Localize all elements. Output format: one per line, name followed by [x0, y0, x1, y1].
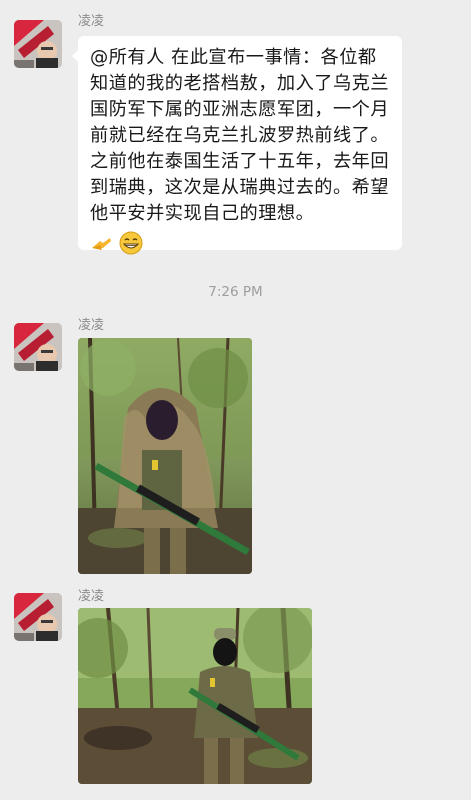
- avatar[interactable]: [14, 20, 62, 68]
- photo-soldier-ghillie[interactable]: [78, 338, 252, 574]
- sender-name: 凌凌: [78, 318, 105, 333]
- bow-emoji-icon: [90, 232, 112, 258]
- sender-name: 凌凌: [78, 589, 105, 604]
- timestamp: 7:26 PM: [208, 284, 263, 300]
- avatar[interactable]: [14, 593, 62, 641]
- sender-name: 凌凌: [78, 14, 105, 29]
- message-text-content: @所有人 在此宣布一事情：各位都知道的我的老搭档敖，加入了乌克兰国防军下属的亚洲…: [90, 47, 390, 224]
- chat-window: 凌凌 @所有人 在此宣布一事情：各位都知道的我的老搭档敖，加入了乌克兰国防军下属…: [0, 0, 471, 800]
- photo-soldier-forest[interactable]: [78, 608, 312, 784]
- avatar[interactable]: [14, 323, 62, 371]
- message-bubble[interactable]: @所有人 在此宣布一事情：各位都知道的我的老搭档敖，加入了乌克兰国防军下属的亚洲…: [72, 36, 402, 255]
- emoji-row: [90, 231, 392, 255]
- message-text: 凌凌 @所有人 在此宣布一事情：各位都知道的我的老搭档敖，加入了乌克兰国防军下属…: [0, 0, 471, 260]
- grin-emoji-icon: [119, 231, 143, 259]
